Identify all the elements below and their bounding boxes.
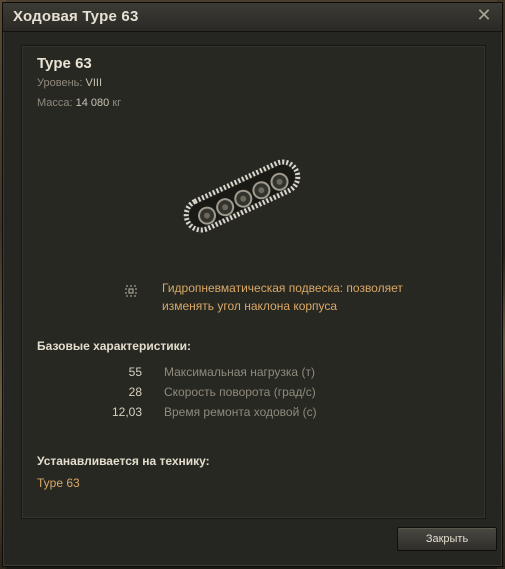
stat-row: 55 Максимальная нагрузка (т) — [22, 365, 485, 383]
title-bar[interactable]: Ходовая Type 63 ✕ — [3, 3, 502, 32]
stats-title: Базовые характеристики: — [37, 339, 191, 353]
stat-value: 28 — [128, 385, 142, 399]
level-line: Уровень: VIII — [37, 77, 102, 89]
stat-value: 55 — [128, 365, 142, 379]
module-info-window: Ходовая Type 63 ✕ Type 63 Уровень: VIII … — [2, 2, 503, 567]
content-panel: Type 63 Уровень: VIII Масса: 14 080 кг Г… — [21, 45, 486, 519]
level-label: Уровень: — [37, 77, 83, 89]
stat-label-text: Скорость поворота — [164, 385, 271, 399]
level-value: VIII — [85, 77, 103, 89]
stat-row: 12,03 Время ремонта ходовой (с) — [22, 405, 485, 423]
item-name: Type 63 — [37, 55, 92, 72]
stat-label-text: Максимальная нагрузка — [164, 365, 299, 379]
stat-label: Максимальная нагрузка (т) — [164, 365, 315, 379]
close-icon[interactable]: ✕ — [474, 6, 494, 26]
mass-unit: кг — [112, 97, 122, 109]
stat-label: Время ремонта ходовой (с) — [164, 405, 317, 419]
suspension-icon — [125, 282, 137, 297]
installs-title: Устанавливается на технику: — [37, 454, 210, 468]
stat-label: Скорость поворота (град/с) — [164, 385, 316, 399]
vehicle-link[interactable]: Type 63 — [37, 476, 80, 490]
mass-label: Масса: — [37, 97, 73, 109]
close-button[interactable]: Закрыть — [397, 527, 497, 551]
mass-line: Масса: 14 080 кг — [37, 97, 121, 109]
stat-unit: (град/с) — [273, 385, 316, 399]
feature-description: Гидропневматическая подвеска: позволяет … — [162, 281, 403, 313]
mass-value: 14 080 — [75, 97, 110, 109]
stat-unit: (с) — [302, 405, 317, 419]
tank-tracks-icon — [172, 141, 312, 241]
window-title: Ходовая Type 63 — [13, 8, 139, 25]
stat-row: 28 Скорость поворота (град/с) — [22, 385, 485, 403]
stat-unit: (т) — [301, 365, 315, 379]
stat-label-text: Время ремонта ходовой — [164, 405, 300, 419]
stat-value: 12,03 — [111, 405, 142, 419]
